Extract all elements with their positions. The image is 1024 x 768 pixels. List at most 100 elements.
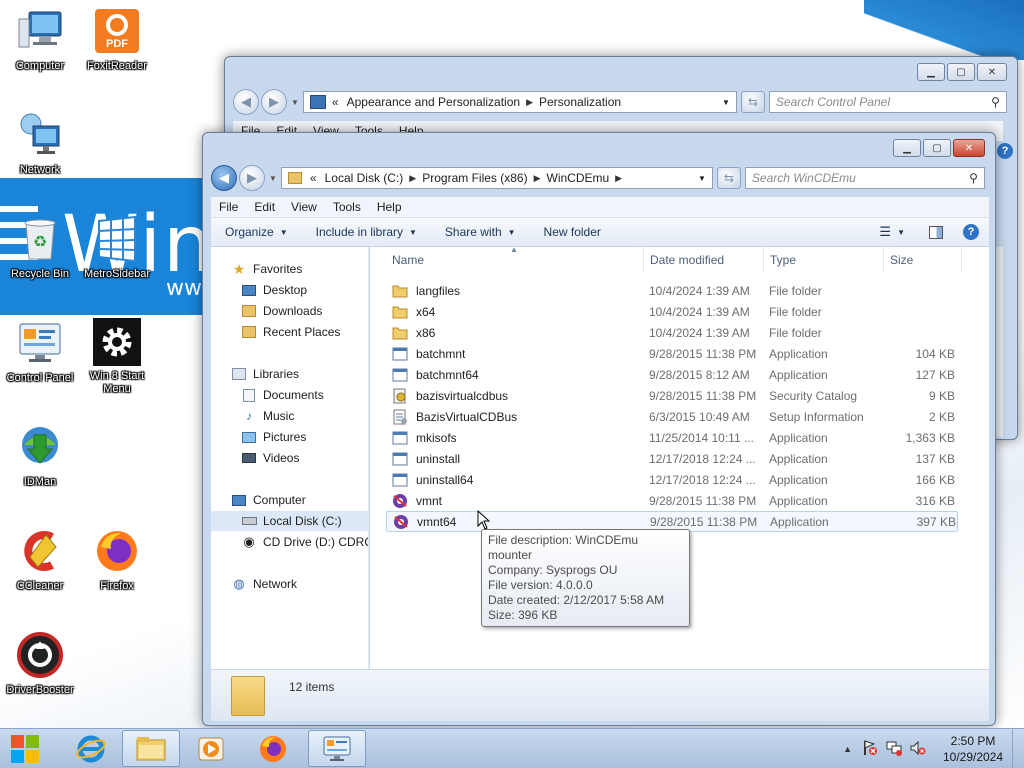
breadcrumb-overflow[interactable]: «: [332, 95, 339, 109]
column-header-date-modified[interactable]: Date modified: [644, 247, 764, 273]
address-dropdown-icon[interactable]: ▼: [722, 98, 730, 107]
maximize-button[interactable]: ▢: [947, 63, 975, 81]
address-dropdown-icon[interactable]: ▼: [698, 174, 706, 183]
forward-button[interactable]: ▶: [239, 165, 265, 191]
nav-recent-places[interactable]: Recent Places: [241, 322, 340, 342]
desktop-icon-recycle-bin[interactable]: ♻ Recycle Bin: [0, 214, 80, 281]
share-with-button[interactable]: Share with ▼: [431, 225, 530, 239]
minimize-button[interactable]: ▁: [917, 63, 945, 81]
maximize-button[interactable]: ▢: [923, 139, 951, 157]
nav-videos[interactable]: Videos: [241, 448, 299, 468]
column-header-type[interactable]: Type: [764, 247, 884, 273]
explorer-address-bar[interactable]: « Local Disk (C:) ▶ Program Files (x86) …: [280, 167, 713, 189]
include-in-library-button[interactable]: Include in library ▼: [302, 225, 431, 239]
taskbar-internet-explorer[interactable]: [62, 730, 120, 767]
control-panel-scrollbar[interactable]: [995, 247, 1003, 437]
nav-local-disk-c[interactable]: Local Disk (C:): [211, 511, 368, 531]
taskbar-file-explorer[interactable]: [122, 730, 180, 767]
new-folder-button[interactable]: New folder: [530, 225, 615, 239]
show-desktop-button[interactable]: [1012, 729, 1024, 768]
breadcrumb-overflow[interactable]: «: [310, 171, 317, 185]
nav-favorites[interactable]: ★ Favorites: [231, 259, 303, 279]
show-hidden-icons-button[interactable]: ▲: [843, 744, 852, 754]
column-header-name[interactable]: Name: [386, 247, 644, 273]
file-row-uninstall[interactable]: uninstall 12/17/2018 12:24 ... Application…: [386, 448, 958, 469]
nav-desktop[interactable]: Desktop: [241, 280, 307, 300]
menu-tools[interactable]: Tools: [325, 197, 369, 217]
explorer-window[interactable]: ▁ ▢ ✕ ◀ ▶ ▼ « Local Disk (C:) ▶ Program …: [202, 132, 996, 726]
action-center-icon[interactable]: [862, 739, 878, 759]
breadcrumb-separator-icon[interactable]: ▶: [615, 173, 622, 184]
application-icon: [392, 451, 408, 467]
close-button[interactable]: ✕: [953, 139, 985, 157]
column-header-size[interactable]: Size: [884, 247, 962, 273]
taskbar-control-panel[interactable]: [308, 730, 366, 767]
file-row-langfiles[interactable]: langfiles 10/4/2024 1:39 AM File folder: [386, 280, 958, 301]
back-button[interactable]: ◀: [233, 89, 259, 115]
breadcrumb-separator-icon[interactable]: ▶: [526, 97, 533, 108]
nav-cd-drive-d[interactable]: ◉ CD Drive (D:) CDROM: [241, 532, 368, 552]
network-status-icon[interactable]: [886, 740, 902, 759]
close-button[interactable]: ✕: [977, 63, 1007, 81]
gear-icon: [93, 318, 141, 366]
preview-pane-button[interactable]: [919, 225, 953, 239]
desktop-icon-network[interactable]: Network: [0, 110, 80, 177]
nav-downloads[interactable]: Downloads: [241, 301, 322, 321]
file-row-uninstall64[interactable]: uninstall64 12/17/2018 12:24 ... Applicati…: [386, 469, 958, 490]
volume-muted-icon[interactable]: [910, 740, 926, 759]
forward-button[interactable]: ▶: [261, 89, 287, 115]
file-row-batchmnt64[interactable]: batchmnt64 9/28/2015 8:12 AM Application 12…: [386, 364, 958, 385]
file-row-vmnt[interactable]: vmnt 9/28/2015 11:38 PM Application 316 KB: [386, 490, 958, 511]
nav-documents[interactable]: Documents: [241, 385, 324, 405]
file-row-x64[interactable]: x64 10/4/2024 1:39 AM File folder: [386, 301, 958, 322]
nav-music[interactable]: ♪ Music: [241, 406, 294, 426]
file-row-x86[interactable]: x86 10/4/2024 1:39 AM File folder: [386, 322, 958, 343]
change-view-button[interactable]: ☰ ▼: [865, 224, 919, 240]
nav-computer[interactable]: Computer: [231, 490, 306, 510]
nav-pictures[interactable]: Pictures: [241, 427, 306, 447]
desktop-icon-foxitreader[interactable]: PDF FoxitReader: [77, 6, 157, 73]
file-row-bazisvirtualcdbus[interactable]: bazisvirtualcdbus 9/28/2015 11:38 PM Secur…: [386, 385, 958, 406]
desktop-icon-firefox[interactable]: Firefox: [77, 526, 157, 593]
minimize-button[interactable]: ▁: [893, 139, 921, 157]
search-wincdemu-input[interactable]: Search WinCDEmu ⚲: [744, 167, 985, 189]
taskbar-clock[interactable]: 2:50 PM 10/29/2024: [934, 733, 1012, 765]
breadcrumb-item[interactable]: Program Files (x86): [422, 171, 527, 185]
search-control-panel-input[interactable]: Search Control Panel ⚲: [768, 91, 1007, 113]
taskbar-media-player[interactable]: [182, 730, 240, 767]
menu-view[interactable]: View: [283, 197, 325, 217]
control-panel-address-bar[interactable]: « Appearance and Personalization ▶ Perso…: [302, 91, 737, 113]
menu-file[interactable]: File: [211, 197, 246, 217]
desktop-icon-metrosidebar[interactable]: MetroSidebar: [77, 214, 157, 281]
organize-button[interactable]: Organize ▼: [211, 225, 302, 239]
help-button[interactable]: ?: [953, 224, 989, 240]
breadcrumb-separator-icon[interactable]: ▶: [534, 173, 541, 184]
desktop-icon-idman[interactable]: IDMan: [0, 422, 80, 489]
breadcrumb-item[interactable]: Local Disk (C:): [325, 171, 404, 185]
start-button[interactable]: [0, 730, 50, 767]
desktop-icon-ccleaner[interactable]: CCleaner: [0, 526, 80, 593]
help-icon[interactable]: ?: [997, 143, 1013, 159]
menu-help[interactable]: Help: [369, 197, 410, 217]
breadcrumb-item[interactable]: WinCDEmu: [547, 171, 610, 185]
desktop-icon-win8-start-menu[interactable]: Win 8 Start Menu: [77, 318, 157, 396]
desktop-icon-computer[interactable]: Computer: [0, 6, 80, 73]
clock-date: 10/29/2024: [942, 750, 1004, 764]
desktop-icon-control-panel[interactable]: Control Panel: [0, 318, 80, 385]
nav-network[interactable]: ◍ Network: [231, 574, 297, 594]
recent-pages-chevron-icon[interactable]: ▼: [269, 174, 277, 183]
taskbar-firefox[interactable]: [244, 730, 302, 767]
desktop-icon-driverbooster[interactable]: DriverBooster: [0, 630, 80, 697]
file-row-bazisvirtualcdbus[interactable]: BazisVirtualCDBus 6/3/2015 10:49 AM Setup …: [386, 406, 958, 427]
nav-libraries[interactable]: Libraries: [231, 364, 299, 384]
breadcrumb-item[interactable]: Appearance and Personalization: [347, 95, 520, 109]
breadcrumb-separator-icon[interactable]: ▶: [409, 173, 416, 184]
recent-pages-chevron-icon[interactable]: ▼: [291, 98, 299, 107]
menu-edit[interactable]: Edit: [246, 197, 283, 217]
back-button[interactable]: ◀: [211, 165, 237, 191]
refresh-icon[interactable]: ⇆: [716, 167, 741, 189]
refresh-icon[interactable]: ⇆: [740, 91, 765, 113]
file-row-batchmnt[interactable]: batchmnt 9/28/2015 11:38 PM Application 104…: [386, 343, 958, 364]
breadcrumb-item[interactable]: Personalization: [539, 95, 621, 109]
file-row-mkisofs[interactable]: mkisofs 11/25/2014 10:11 ... Application 1,…: [386, 427, 958, 448]
